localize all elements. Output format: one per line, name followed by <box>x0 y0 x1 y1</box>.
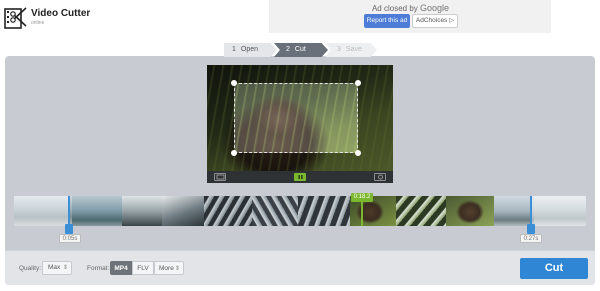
trimmed-region-left <box>14 196 69 226</box>
pause-button[interactable] <box>294 173 306 181</box>
adchoices-button[interactable]: AdChoices ▷ <box>412 14 458 28</box>
playhead-line <box>361 200 363 226</box>
timeline-thumbnail <box>446 196 494 226</box>
timeline-thumbnail <box>72 196 122 226</box>
video-controls <box>207 171 393 183</box>
format-more-select[interactable]: More ⇕ <box>154 261 184 275</box>
step-cut[interactable]: 2 Cut <box>274 43 328 57</box>
trimmed-region-right <box>531 196 586 226</box>
app-title: Video Cutter <box>31 8 91 19</box>
timeline-thumbnail <box>162 196 204 226</box>
crop-handle-bottom-right[interactable] <box>355 150 361 156</box>
rotate-icon <box>378 174 383 180</box>
timeline-thumbnail <box>494 196 534 226</box>
google-logo: Google <box>420 3 450 13</box>
format-flv-button[interactable]: FLV <box>132 261 154 275</box>
step-label: Save <box>345 46 362 53</box>
ad-closed-prefix: Ad closed by <box>371 4 420 13</box>
report-ad-button[interactable]: Report this ad <box>364 14 410 28</box>
timeline-thumbnail <box>298 196 350 226</box>
timeline-thumbnail <box>252 196 298 226</box>
step-number: 3 <box>337 46 341 53</box>
end-time-label: 0:27s <box>520 234 542 243</box>
pause-icon <box>298 175 303 179</box>
format-label: Format: <box>87 265 110 272</box>
step-number: 1 <box>232 46 236 53</box>
ad-banner: Ad closed by Google Report this ad AdCho… <box>269 0 551 33</box>
crop-handle-top-right[interactable] <box>355 80 361 86</box>
start-marker-line <box>68 196 70 226</box>
crop-icon <box>216 174 225 180</box>
app-subtitle: online <box>31 20 45 26</box>
quality-select[interactable]: Max ⇕ <box>42 261 72 275</box>
cut-button[interactable]: Cut <box>520 258 588 279</box>
step-open[interactable]: 1 Open <box>224 43 277 57</box>
quality-value: Max <box>48 264 61 271</box>
film-icon <box>4 6 28 30</box>
step-label: Cut <box>294 46 306 53</box>
timeline-thumbnail <box>122 196 162 226</box>
crop-handle-bottom-left[interactable] <box>231 150 237 156</box>
timeline-strip[interactable] <box>14 196 586 226</box>
crop-area[interactable] <box>234 83 358 153</box>
crop-handle-top-left[interactable] <box>231 80 237 86</box>
format-mp4-button[interactable]: MP4 <box>110 261 132 275</box>
crop-button[interactable] <box>214 173 226 181</box>
end-marker-line <box>530 196 532 226</box>
step-number: 2 <box>286 46 290 53</box>
sort-arrows-icon: ⇕ <box>174 266 180 272</box>
step-label: Open <box>240 46 259 53</box>
ad-closed-text: Ad closed by Google <box>270 3 551 13</box>
start-marker-handle[interactable] <box>65 224 73 234</box>
playhead-time[interactable]: 0:18.2 <box>351 193 373 202</box>
rotate-button[interactable] <box>374 173 386 181</box>
quality-label: Quality: <box>19 265 42 272</box>
step-save: 3 Save <box>325 43 377 57</box>
video-preview[interactable] <box>207 65 393 171</box>
timeline-thumbnail <box>204 196 252 226</box>
format-more-label: More <box>159 265 174 272</box>
end-marker-handle[interactable] <box>527 224 535 234</box>
sort-arrows-icon: ⇕ <box>62 265 68 271</box>
timeline-thumbnail <box>396 196 446 226</box>
start-time-label: 0:05s <box>59 234 81 243</box>
